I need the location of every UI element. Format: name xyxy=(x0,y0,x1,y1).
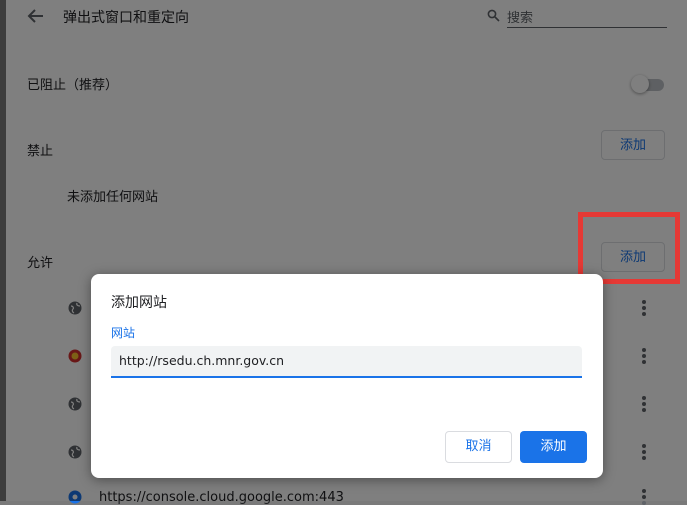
add-button[interactable]: 添加 xyxy=(520,431,587,463)
cancel-button[interactable]: 取消 xyxy=(445,431,512,463)
add-site-dialog: 添加网站 网站 http://rsedu.ch.mnr.gov.cn 取消 添加 xyxy=(91,274,603,478)
dialog-title: 添加网站 xyxy=(111,295,167,311)
site-input[interactable]: http://rsedu.ch.mnr.gov.cn xyxy=(111,346,582,378)
site-field-label: 网站 xyxy=(111,326,136,340)
